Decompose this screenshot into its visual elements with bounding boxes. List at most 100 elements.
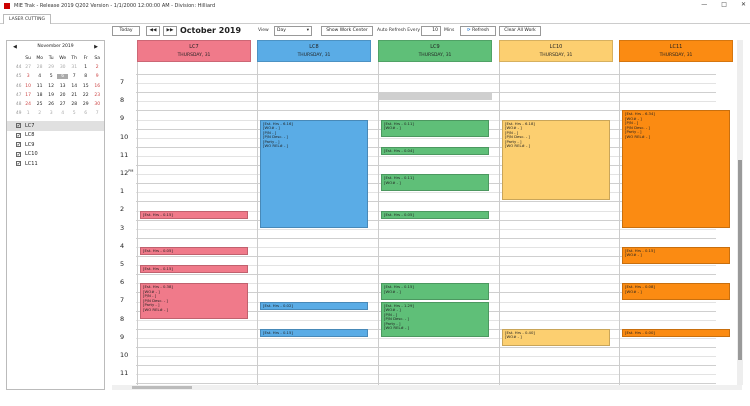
calendar-day[interactable]: 12 — [45, 84, 57, 89]
resource-item[interactable]: ✔ LC8 — [7, 131, 104, 141]
calendar-day[interactable]: 14 — [68, 84, 80, 89]
minimize-icon[interactable]: — — [701, 1, 707, 8]
calendar-day[interactable]: 16 — [91, 84, 103, 89]
calendar-day[interactable]: 5 — [45, 74, 57, 79]
resource-checkbox[interactable]: ✔ — [16, 123, 21, 129]
vertical-scrollbar[interactable] — [737, 40, 743, 385]
next-month-icon[interactable]: ▶ — [94, 44, 98, 50]
appointment[interactable]: [Est. Hrs - 0.15] [WO# - ] — [622, 246, 730, 265]
resource-item[interactable]: ✔ LC10 — [7, 150, 104, 160]
calendar-day[interactable]: 4 — [57, 111, 69, 116]
column-header-lc9[interactable]: LC9 THURSDAY, 31 — [378, 40, 492, 62]
appointment[interactable]: [Est. Hrs - 0.15] — [260, 328, 368, 337]
appointment[interactable]: [Est. Hrs - 0.05] — [140, 246, 248, 255]
refresh-button[interactable]: ⟳ Refresh — [460, 26, 496, 36]
today-button[interactable]: Today — [112, 26, 140, 36]
appointment[interactable]: [Est. Hrs - 0.02] — [260, 301, 368, 310]
resource-item[interactable]: ✔ LC11 — [7, 159, 104, 169]
resource-checkbox[interactable]: ✔ — [16, 151, 21, 157]
calendar-day[interactable]: 2 — [91, 65, 103, 70]
appointment[interactable]: [Est. Hrs - 0.40] [WO# - ] — [502, 328, 610, 346]
calendar-day[interactable]: 30 — [91, 102, 103, 107]
calendar-day[interactable]: 1 — [22, 111, 34, 116]
show-work-center-button[interactable]: Show Work Center — [321, 26, 373, 36]
calendar-day[interactable]: 1 — [80, 65, 92, 70]
calendar-day[interactable]: 26 — [45, 102, 57, 107]
appointment[interactable]: [Est. Hrs - 0.38] [WO# - ] [P/N - ] [P/N De… — [140, 283, 248, 319]
tab-laser-cutting[interactable]: LASER CUTTING — [3, 14, 51, 24]
calendar-day[interactable]: 2 — [34, 111, 46, 116]
close-icon[interactable]: ✕ — [741, 1, 746, 8]
calendar-day[interactable]: 5 — [68, 111, 80, 116]
calendar-day[interactable]: 31 — [68, 65, 80, 70]
calendar-day[interactable]: 11 — [34, 84, 46, 89]
appointment[interactable]: [Est. Hrs - 0.15] [WO# - ] — [381, 283, 489, 301]
calendar-day[interactable]: 6 — [80, 111, 92, 116]
appointment[interactable]: [Est. Hrs - 0.15] — [140, 265, 248, 274]
calendar-day[interactable]: 25 — [34, 102, 46, 107]
calendar-day[interactable]: 7 — [91, 111, 103, 116]
appointment[interactable]: [Est. Hrs - 1.29] [WO# - ] [P/N - ] [P/N De… — [381, 301, 489, 337]
calendar-day[interactable]: 7 — [68, 74, 80, 79]
calendar-day[interactable]: 29 — [45, 65, 57, 70]
calendar-day[interactable]: 28 — [68, 102, 80, 107]
calendar-day[interactable]: 3 — [45, 111, 57, 116]
appointment-line: [WO# - ] — [384, 125, 401, 130]
calendar-day[interactable]: 4 — [34, 74, 46, 79]
resource-column[interactable] — [378, 62, 492, 390]
next-button[interactable]: ▶▶ — [163, 26, 177, 36]
resource-checkbox[interactable]: ✔ — [16, 132, 21, 138]
scroll-thumb[interactable] — [738, 160, 742, 360]
appointment[interactable]: [Est. Hrs - 0.15] — [140, 210, 248, 219]
appointment[interactable]: [Est. Hrs - 0.08] [WO# - ] — [622, 283, 730, 301]
appointment[interactable]: [Est. Hrs - 6.34] [WO# - ] [P/N - ] [P/N De… — [622, 110, 730, 228]
appointment[interactable]: [Est. Hrs - 0.04] — [381, 146, 489, 155]
scroll-thumb[interactable] — [132, 386, 192, 389]
calendar-day[interactable]: 18 — [34, 93, 46, 98]
calendar-day[interactable]: 29 — [80, 102, 92, 107]
calendar-day[interactable]: 30 — [57, 65, 69, 70]
calendar-day[interactable]: 20 — [57, 93, 69, 98]
calendar-day[interactable]: 10 — [22, 84, 34, 89]
calendar-day[interactable]: 22 — [80, 93, 92, 98]
calendar-day[interactable]: 9 — [91, 74, 103, 79]
horizontal-scrollbar[interactable] — [112, 385, 742, 390]
hour-suffix: PM — [128, 169, 134, 173]
resource-item[interactable]: ✔ LC7 — [7, 121, 104, 131]
hour-label: 6 — [112, 278, 134, 286]
selection-placeholder[interactable] — [378, 92, 492, 101]
calendar-day[interactable]: 3 — [22, 74, 34, 79]
calendar-day[interactable]: 19 — [45, 93, 57, 98]
column-header-lc7[interactable]: LC7 THURSDAY, 31 — [137, 40, 251, 62]
appointment[interactable]: [Est. Hrs - 0.11] [WO# - ] — [381, 174, 489, 192]
resource-checkbox[interactable]: ✔ — [16, 161, 21, 167]
clear-all-work-button[interactable]: Clear All Work — [499, 26, 541, 36]
calendar-day[interactable]: 13 — [57, 84, 69, 89]
appointment[interactable]: [Est. Hrs - 0.00] — [622, 328, 730, 337]
calendar-day[interactable]: 24 — [22, 102, 34, 107]
calendar-day[interactable]: 27 — [22, 65, 34, 70]
resource-item[interactable]: ✔ LC9 — [7, 140, 104, 150]
appointment[interactable]: [Est. Hrs - 6.16] [WO# - ] [P/N - ] [P/N De… — [260, 119, 368, 228]
calendar-day[interactable]: 28 — [34, 65, 46, 70]
prev-button[interactable]: ◀◀ — [146, 26, 160, 36]
column-header-lc8[interactable]: LC8 THURSDAY, 31 — [257, 40, 371, 62]
refresh-interval-input[interactable]: 10 — [421, 26, 441, 36]
maximize-icon[interactable]: □ — [721, 1, 727, 8]
column-header-lc10[interactable]: LC10 THURSDAY, 31 — [499, 40, 613, 62]
resource-column[interactable] — [137, 62, 251, 390]
calendar-day[interactable]: 23 — [91, 93, 103, 98]
appointment[interactable]: [Est. Hrs - 6.18] [WO# - ] [P/N - ] [P/N De… — [502, 119, 610, 201]
view-select[interactable]: Day ▾ — [274, 26, 312, 36]
calendar-day[interactable]: 8 — [80, 74, 92, 79]
appointment[interactable]: [Est. Hrs - 0.11] [WO# - ] — [381, 119, 489, 137]
calendar-day[interactable]: 15 — [80, 84, 92, 89]
column-header-lc11[interactable]: LC11 THURSDAY, 31 — [619, 40, 733, 62]
calendar-day[interactable]: 27 — [57, 102, 69, 107]
resource-checkbox[interactable]: ✔ — [16, 142, 21, 148]
calendar-day[interactable]: 21 — [68, 93, 80, 98]
calendar-day[interactable]: 17 — [22, 93, 34, 98]
title-bar: MIE Trak - Release 2019 Q202 Version - 1… — [0, 0, 750, 12]
calendar-day[interactable]: 6 — [56, 74, 69, 80]
appointment[interactable]: [Est. Hrs - 0.05] — [381, 210, 489, 219]
